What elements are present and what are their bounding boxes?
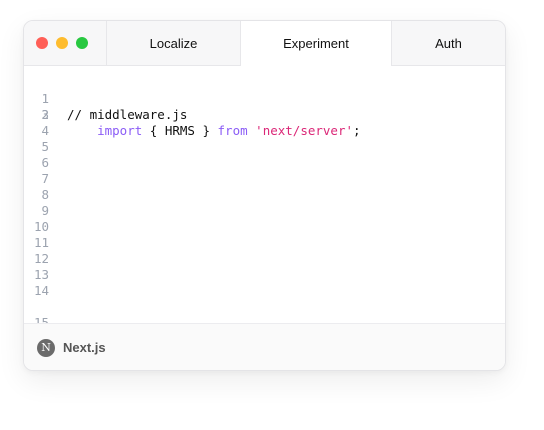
code-line: 7 bbox=[24, 171, 505, 187]
code-editor[interactable]: 1 // middleware.js 2 import { HRMS } fro… bbox=[24, 66, 505, 346]
line-number: 7 bbox=[41, 171, 49, 186]
code-line: 2 import { HRMS } from 'next/server'; bbox=[24, 91, 505, 138]
code-line: 1 // middleware.js bbox=[24, 75, 505, 122]
footer-bar: N Next.js bbox=[24, 323, 505, 370]
line-number: 5 bbox=[41, 139, 49, 154]
code-line: 15 }; bbox=[24, 299, 505, 346]
line-number: 4 bbox=[41, 123, 49, 138]
window-controls bbox=[36, 37, 88, 49]
code-line: 8 bbox=[24, 187, 505, 203]
code-line: 10 bbox=[24, 219, 505, 235]
maximize-button[interactable] bbox=[76, 37, 88, 49]
line-number: 10 bbox=[33, 219, 49, 234]
minimize-button[interactable] bbox=[56, 37, 68, 49]
code-line: 4 bbox=[24, 123, 505, 139]
nextjs-logo-icon: N bbox=[37, 339, 55, 357]
line-number: 13 bbox=[33, 267, 49, 282]
code-line: 3 bbox=[24, 107, 505, 123]
code-window: Localize Experiment Auth 1 // middleware… bbox=[23, 20, 506, 371]
code-line: 6 bbox=[24, 155, 505, 171]
title-bar: Localize Experiment Auth bbox=[24, 21, 505, 66]
line-number: 8 bbox=[41, 187, 49, 202]
tab-experiment[interactable]: Experiment bbox=[240, 21, 392, 66]
code-line: 14 bbox=[24, 283, 505, 299]
code-line: 12 bbox=[24, 251, 505, 267]
line-number: 12 bbox=[33, 251, 49, 266]
code-line: 13 bbox=[24, 267, 505, 283]
framework-label: Next.js bbox=[63, 340, 106, 355]
line-number: 3 bbox=[41, 107, 49, 122]
code-line: 9 bbox=[24, 203, 505, 219]
close-button[interactable] bbox=[36, 37, 48, 49]
tab-auth[interactable]: Auth bbox=[392, 21, 505, 65]
line-number: 14 bbox=[33, 283, 49, 298]
code-line: 11 bbox=[24, 235, 505, 251]
line-number: 6 bbox=[41, 155, 49, 170]
line-number: 11 bbox=[33, 235, 49, 250]
tab-localize[interactable]: Localize bbox=[106, 21, 240, 65]
code-line: 5 bbox=[24, 139, 505, 155]
line-number: 9 bbox=[41, 203, 49, 218]
